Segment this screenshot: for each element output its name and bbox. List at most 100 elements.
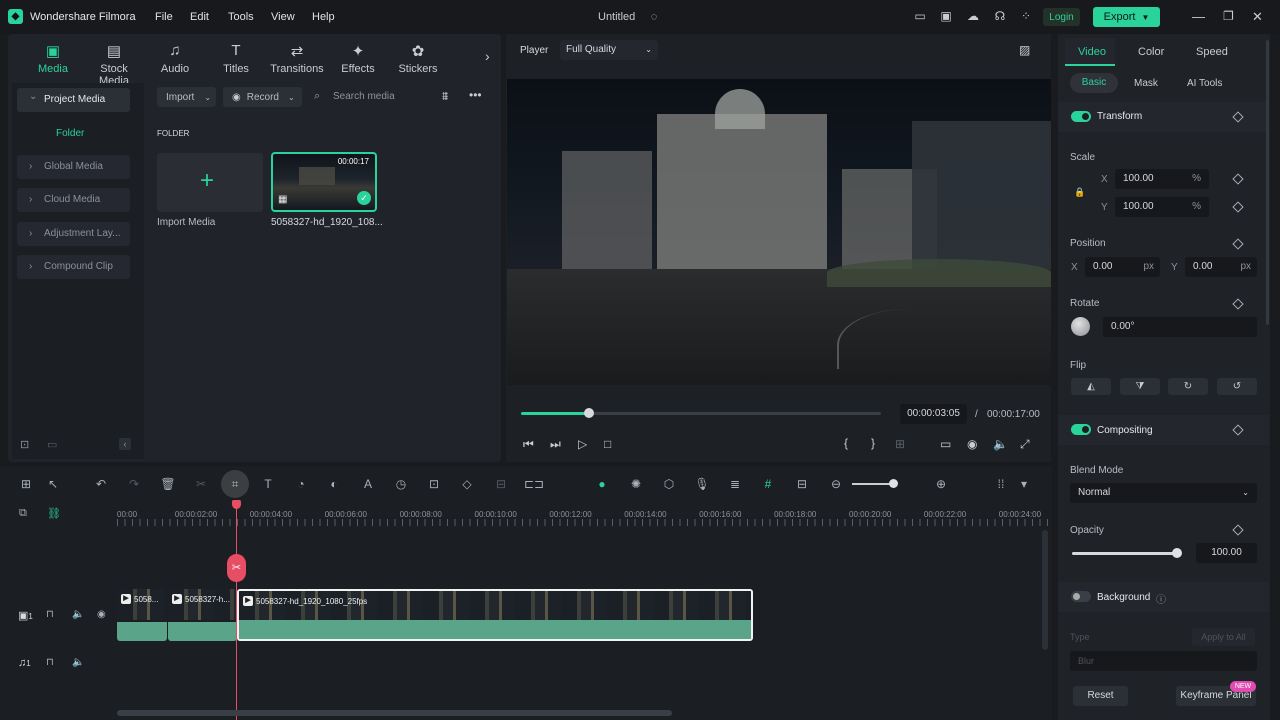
fit-icon[interactable]: ⊟	[794, 476, 810, 492]
cloud-status-icon[interactable]: ◌	[647, 10, 661, 24]
compositing-toggle[interactable]	[1071, 424, 1091, 435]
collapse-sidebar-icon[interactable]: ‹	[119, 438, 131, 450]
rotate-dial[interactable]	[1071, 317, 1090, 336]
freeze-icon[interactable]: ⊏⊐	[524, 476, 544, 492]
disabled-tool-icon[interactable]: ⊟	[493, 476, 509, 492]
tab-media[interactable]: ▣ Media	[25, 42, 81, 75]
tab-speed[interactable]: Speed	[1196, 46, 1228, 58]
tab-effects[interactable]: ✦ Effects	[330, 42, 386, 75]
save-icon[interactable]: ▣	[939, 9, 953, 23]
blend-mode-select[interactable]: Normal ⌄	[1070, 483, 1257, 503]
rotate-left-icon[interactable]: ↺	[1217, 378, 1257, 395]
tab-video[interactable]: Video	[1065, 38, 1115, 66]
menu-file[interactable]: File	[155, 11, 173, 23]
cloud-upload-icon[interactable]: ☁	[966, 9, 980, 23]
tab-stickers[interactable]: ✿ Stickers	[390, 42, 446, 75]
fullscreen-icon[interactable]: ⤢	[1020, 437, 1030, 452]
tab-titles[interactable]: T Titles	[208, 42, 264, 75]
sidebar-item-folder[interactable]: Folder	[56, 128, 84, 139]
opacity-slider[interactable]	[1072, 548, 1182, 558]
current-time[interactable]: 00:00:03:05	[900, 404, 967, 424]
subtab-mask[interactable]: Mask	[1134, 78, 1158, 89]
chevron-down-icon[interactable]: ▾	[1016, 476, 1032, 492]
new-folder-icon[interactable]: ⊡	[20, 438, 29, 451]
timeline-vertical-scrollbar[interactable]	[1042, 530, 1048, 650]
stop-icon[interactable]: □	[604, 437, 611, 451]
quality-dropdown[interactable]: Full Quality ⌄	[560, 40, 658, 60]
sidebar-item-global-media[interactable]: Global Media	[17, 155, 130, 179]
background-toggle[interactable]	[1071, 591, 1091, 602]
microphone-icon[interactable]: 🎙	[694, 476, 710, 492]
playhead-head[interactable]	[232, 500, 241, 509]
rotate-right-icon[interactable]: ↻	[1168, 378, 1208, 395]
cut-icon[interactable]: ✂	[193, 476, 209, 492]
play-icon[interactable]: ▷	[578, 437, 587, 451]
menu-help[interactable]: Help	[312, 11, 335, 23]
track-mute-icon[interactable]: 🔈	[72, 609, 84, 620]
subtab-basic[interactable]: Basic	[1070, 73, 1118, 93]
opacity-input[interactable]: 100.00	[1196, 543, 1257, 563]
track-lock-icon[interactable]: ⊓	[46, 609, 54, 620]
link-icon[interactable]: ⛓	[47, 507, 61, 520]
reset-button[interactable]: Reset	[1073, 686, 1128, 706]
ai-effect-icon[interactable]: ✺	[628, 476, 644, 492]
timeline-clip-2[interactable]: ▶ 5058327-h...	[168, 589, 237, 641]
more-icon[interactable]: •••	[469, 88, 482, 102]
close-icon[interactable]: ✕	[1252, 9, 1263, 25]
playback-track[interactable]	[521, 408, 881, 418]
zoom-out-icon[interactable]: ⊖	[828, 476, 844, 492]
import-dropdown[interactable]: Import ⌄	[157, 87, 216, 107]
login-button[interactable]: Login	[1043, 8, 1080, 26]
support-icon[interactable]: ☊	[993, 9, 1007, 23]
tab-color[interactable]: Color	[1138, 46, 1164, 58]
apply-to-all-button[interactable]: Apply to All	[1192, 628, 1255, 646]
next-frame-icon[interactable]: ⏭	[550, 437, 561, 452]
lock-icon[interactable]: 🔒	[1074, 187, 1085, 198]
scale-x-input[interactable]: 100.00 %	[1115, 169, 1209, 189]
property-scrollbar[interactable]	[1266, 40, 1269, 325]
track-visibility-icon[interactable]: ◉	[97, 609, 106, 620]
auto-reframe-icon[interactable]: ⊡	[426, 476, 442, 492]
previous-frame-icon[interactable]: ⏮	[523, 437, 534, 452]
keyframe-icon[interactable]: ◇	[459, 476, 475, 492]
snap-icon[interactable]: #	[760, 476, 776, 492]
info-icon[interactable]: ⓘ	[1156, 591, 1166, 606]
timeline-playhead[interactable]	[236, 502, 237, 720]
add-track-icon[interactable]: ⧉	[19, 507, 27, 520]
tab-stock-media[interactable]: ▤ Stock Media	[86, 42, 142, 87]
position-y-input[interactable]: 0.00 px	[1185, 257, 1257, 277]
flip-vertical-icon[interactable]: ⧩	[1120, 378, 1160, 395]
menu-view[interactable]: View	[271, 11, 295, 23]
import-media-tile[interactable]: +	[157, 153, 263, 212]
apps-icon[interactable]: ⁘	[1019, 9, 1033, 23]
minimize-icon[interactable]: —	[1192, 9, 1205, 24]
timeline-clip-1[interactable]: ▶ 5058...	[117, 589, 167, 641]
marker-icon[interactable]: ⬡	[661, 476, 677, 492]
filter-icon[interactable]: ⩩	[442, 89, 448, 104]
undo-icon[interactable]: ↶	[93, 476, 109, 492]
sidebar-item-project-media[interactable]: Project Media	[17, 85, 130, 112]
split-scissors-icon[interactable]: ✂	[227, 554, 246, 582]
media-clip-thumbnail[interactable]: 00:00:17 ▦ ✓	[271, 152, 377, 212]
sidebar-item-adjustment-layer[interactable]: Adjustment Lay...	[17, 222, 130, 246]
insert-icon[interactable]: ⊞	[895, 437, 905, 451]
search-input[interactable]: Search media	[333, 91, 395, 102]
color-palette-icon[interactable]: ◐	[326, 476, 342, 492]
timeline-horizontal-scrollbar[interactable]	[117, 710, 672, 716]
subtab-ai-tools[interactable]: AI Tools	[1187, 78, 1222, 89]
zoom-handle[interactable]	[889, 479, 898, 488]
display-icon[interactable]: ▭	[940, 437, 951, 451]
tab-transitions[interactable]: ⇄ Transitions	[269, 42, 325, 75]
redo-icon[interactable]: ↷	[126, 476, 142, 492]
menu-edit[interactable]: Edit	[190, 11, 209, 23]
rotate-input[interactable]: 0.00°	[1103, 317, 1257, 337]
audio-mute-icon[interactable]: 🔈	[72, 657, 84, 668]
zoom-slider[interactable]	[852, 479, 898, 488]
blur-select[interactable]: Blur	[1070, 651, 1257, 671]
scale-y-input[interactable]: 100.00 %	[1115, 197, 1209, 217]
record-dropdown[interactable]: ◉ Record ⌄	[223, 87, 302, 107]
layout-icon[interactable]: ⊞	[18, 476, 34, 492]
menu-tools[interactable]: Tools	[228, 11, 254, 23]
chevron-right-icon[interactable]: ›	[485, 48, 490, 64]
speed-icon[interactable]: ◔	[293, 476, 309, 492]
